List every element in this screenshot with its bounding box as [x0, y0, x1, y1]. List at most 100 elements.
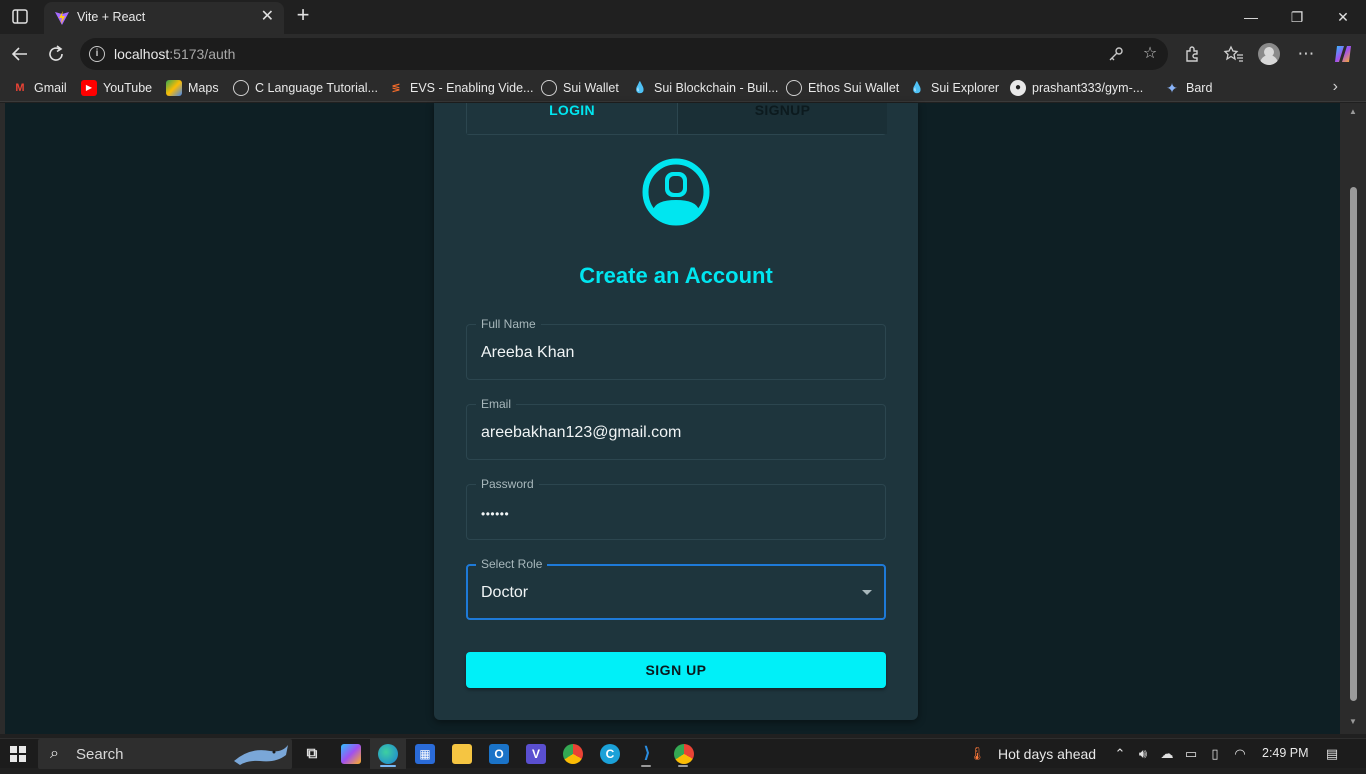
back-arrow-icon[interactable] [8, 42, 32, 66]
taskbar-clock[interactable]: 2:49 PM [1262, 746, 1309, 760]
bookmark-gmail[interactable]: M Gmail [12, 79, 67, 97]
battery-icon[interactable]: ▭ [1182, 745, 1200, 763]
bookmark-label: prashant333/gym-... [1032, 81, 1144, 95]
tab-actions-icon[interactable] [8, 6, 32, 28]
chrome-icon[interactable] [563, 744, 583, 764]
scroll-up-icon[interactable]: ▲ [1348, 107, 1358, 117]
bookmark-bard[interactable]: ✦ Bard [1164, 79, 1212, 97]
edge-browser-icon[interactable] [378, 744, 398, 764]
tab-login[interactable]: LOGIN [467, 103, 677, 134]
password-input[interactable]: •••••• [481, 504, 509, 524]
copilot-taskbar-icon[interactable] [341, 744, 361, 764]
password-key-icon[interactable] [1106, 44, 1126, 64]
windows-start-icon[interactable] [10, 746, 26, 762]
vscode-icon[interactable]: ⟩ [637, 744, 657, 764]
search-highlight-dolphin-icon [230, 739, 292, 769]
account-circle-icon [642, 158, 710, 226]
bookmark-label: YouTube [103, 81, 153, 95]
bookmark-ethos-sui-wallet[interactable]: Ethos Sui Wallet [786, 79, 899, 97]
taskbar-search[interactable]: ⌕ Search [38, 739, 292, 769]
full-name-field[interactable]: Full Name Areeba Khan [466, 316, 886, 380]
page-background: LOGIN SIGNUP Create an Account Full Name… [5, 103, 1340, 734]
favorites-icon[interactable] [1222, 42, 1246, 66]
copilot-icon[interactable] [1331, 42, 1355, 66]
role-selected-value[interactable]: Doctor [481, 583, 528, 603]
speaker-icon[interactable]: 🔊︎ [1134, 745, 1152, 763]
extensions-icon[interactable] [1181, 42, 1205, 66]
new-tab-button[interactable]: + [292, 4, 314, 26]
outlook-icon[interactable]: O [489, 744, 509, 764]
thermometer-icon[interactable]: 🌡 [968, 745, 986, 763]
full-name-input[interactable]: Areeba Khan [481, 343, 574, 363]
bookmark-label: Sui Wallet [563, 81, 619, 95]
reload-icon[interactable] [44, 42, 68, 66]
chevron-right-icon[interactable]: › [1333, 78, 1338, 96]
page-title: Create an Account [579, 263, 773, 288]
dropdown-caret-icon[interactable] [862, 590, 872, 595]
favorite-star-icon[interactable]: ☆ [1140, 44, 1160, 64]
bookmark-label: Gmail [34, 81, 67, 95]
bookmark-sui-explorer[interactable]: 💧 Sui Explorer [909, 79, 999, 97]
scroll-down-icon[interactable]: ▼ [1348, 717, 1358, 727]
more-menu-icon[interactable]: ⋯ [1294, 42, 1318, 66]
browser-viewport: LOGIN SIGNUP Create an Account Full Name… [0, 103, 1366, 734]
auth-tabs: LOGIN SIGNUP [466, 103, 887, 135]
email-field[interactable]: Email areebakhan123@gmail.com [466, 396, 886, 460]
password-label: Password [476, 476, 539, 492]
bookmark-label: EVS - Enabling Vide... [410, 81, 534, 95]
chevron-up-icon[interactable]: ⌃ [1111, 745, 1129, 763]
open-app-indicator [678, 765, 688, 767]
device-icon[interactable]: ▯ [1206, 745, 1224, 763]
bookmark-label: Sui Explorer [931, 81, 1000, 95]
bookmark-sui-wallet[interactable]: Sui Wallet [541, 79, 619, 97]
notifications-icon[interactable]: ▤ [1323, 745, 1341, 763]
bookmark-label: Bard [1186, 81, 1213, 95]
canva-icon[interactable]: C [600, 744, 620, 764]
globe-icon [786, 80, 802, 96]
bookmark-evs[interactable]: ≶ EVS - Enabling Vide... [388, 79, 533, 97]
browser-tab-active[interactable]: Vite + React ✕ [44, 2, 284, 34]
bookmark-c-language[interactable]: C Language Tutorial... [233, 79, 378, 97]
bookmark-github[interactable]: ● prashant333/gym-... [1010, 79, 1143, 97]
microsoft-store-icon[interactable]: ▦ [415, 744, 435, 764]
tab-title: Vite + React [77, 10, 146, 24]
chrome-profile-icon[interactable] [674, 744, 694, 764]
sign-up-button[interactable]: SIGN UP [466, 652, 886, 688]
wifi-icon[interactable]: ◠ [1231, 745, 1249, 763]
address-bar[interactable]: i localhost:5173/auth ☆ [80, 38, 1168, 70]
page-scrollbar[interactable]: ▲ ▼ [1347, 103, 1359, 734]
task-view-icon[interactable]: ⧉ [302, 744, 322, 764]
full-name-label: Full Name [476, 316, 541, 332]
url-host: localhost [114, 46, 170, 62]
url-text[interactable]: localhost:5173/auth [114, 46, 235, 62]
profile-avatar[interactable] [1258, 43, 1280, 65]
taskbar-search-label: Search [76, 746, 124, 763]
bard-sparkle-icon: ✦ [1166, 80, 1178, 96]
search-icon: ⌕ [50, 745, 59, 762]
sui-drop-icon: 💧 [910, 82, 924, 94]
bookmark-youtube[interactable]: ▶ YouTube [81, 79, 152, 97]
email-label: Email [476, 396, 517, 412]
close-tab-icon[interactable]: ✕ [261, 8, 274, 26]
site-info-icon[interactable]: i [89, 46, 105, 62]
url-path: :5173/auth [169, 46, 236, 62]
bookmark-label: C Language Tutorial... [255, 81, 378, 95]
vite-logo-icon [54, 10, 70, 26]
close-window-button[interactable]: ✕ [1320, 6, 1366, 28]
bookmark-maps[interactable]: Maps [166, 79, 219, 97]
password-field[interactable]: Password •••••• [466, 476, 886, 540]
minimize-button[interactable]: — [1228, 6, 1274, 28]
visual-studio-icon[interactable]: V [526, 744, 546, 764]
evs-icon: ≶ [391, 82, 401, 94]
bookmark-label: Maps [188, 81, 219, 95]
tab-signup[interactable]: SIGNUP [677, 103, 887, 134]
onedrive-cloud-icon[interactable]: ☁ [1158, 745, 1176, 763]
bookmark-sui-blockchain[interactable]: 💧 Sui Blockchain - Buil... [632, 79, 778, 97]
file-explorer-icon[interactable] [452, 744, 472, 764]
scrollbar-thumb[interactable] [1350, 187, 1357, 701]
maximize-button[interactable]: ❐ [1274, 6, 1320, 28]
role-select[interactable]: Select Role Doctor [466, 556, 886, 620]
weather-text[interactable]: Hot days ahead [998, 746, 1096, 762]
email-input[interactable]: areebakhan123@gmail.com [481, 423, 681, 443]
globe-icon [233, 80, 249, 96]
